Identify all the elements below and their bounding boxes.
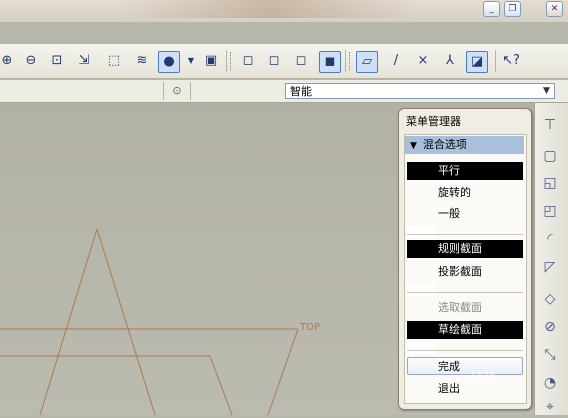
menu-divider [407, 350, 523, 351]
titlebar-decoration [120, 0, 420, 18]
view-manager-icon[interactable]: ▣ [200, 50, 222, 72]
annotation-display-icon[interactable]: ◪ [466, 51, 488, 73]
collapse-triangle-icon[interactable]: ▼ [410, 137, 417, 155]
menu-item-regular-sections[interactable]: 规则截面 [407, 240, 523, 258]
toolbar-separator [495, 50, 496, 72]
menu-item-label: 一般 [438, 207, 460, 220]
menu-item-label: 平行 [438, 164, 460, 177]
reorient-icon[interactable]: ⇲ [73, 50, 95, 72]
menu-item-select-sections: 选取截面 [407, 299, 523, 317]
menu-item-parallel[interactable]: 平行 [407, 162, 523, 180]
zoom-fit-icon[interactable]: ⊡ [46, 50, 68, 72]
selection-filter-value: 智能 [290, 85, 312, 98]
toolbar-separator [226, 50, 227, 72]
menu-spacer [407, 342, 435, 354]
context-help-icon[interactable]: ↖? [500, 50, 522, 72]
done-button[interactable]: 完成 [407, 357, 523, 375]
menu-item-label: 完成 [438, 360, 460, 373]
shell-icon[interactable]: ▢ [539, 145, 561, 167]
hidden-line-icon[interactable]: ◻ [263, 50, 285, 72]
menu-item-label: 退出 [438, 382, 460, 395]
chevron-down-icon[interactable]: ▼ [540, 85, 553, 97]
display-style-icon[interactable]: ● [158, 51, 180, 73]
menu-item-general[interactable]: 一般 [407, 205, 523, 223]
toolbar-grip [230, 52, 234, 70]
no-hidden-icon[interactable]: ◻ [290, 50, 312, 72]
menu-item-label: 旋转的 [438, 186, 471, 199]
restore-button[interactable]: ❐ [504, 1, 521, 17]
layers-icon[interactable]: ≋ [131, 50, 153, 72]
coordinate-systems-icon[interactable]: ⅄ [439, 50, 461, 72]
draft-icon[interactable]: ◰ [539, 200, 561, 222]
toolbar-grip [349, 52, 353, 70]
toolbar-separator [345, 50, 346, 72]
datum-curve-tool-icon[interactable]: ⤡ [539, 344, 561, 366]
menu-item-rotational[interactable]: 旋转的 [407, 184, 523, 202]
zoom-in-icon[interactable]: ⊕ [0, 50, 18, 72]
menu-divider [407, 234, 523, 235]
chamfer-icon[interactable]: ◸ [539, 256, 561, 278]
status-light-icon: ⊙ [172, 84, 182, 97]
menu-section-header[interactable]: ▼ 混合选项 [405, 136, 524, 154]
zoom-out-icon[interactable]: ⊖ [20, 50, 42, 72]
saved-views-icon[interactable]: ⬚ [103, 50, 125, 72]
quit-button[interactable]: 退出 [407, 380, 523, 398]
menu-item-label: 选取截面 [438, 301, 482, 314]
chevron-down-icon[interactable]: ▼ [180, 50, 202, 72]
datum-plane-front-side [209, 355, 233, 415]
triangle-left-edge [39, 228, 98, 415]
menu-spacer [407, 226, 435, 238]
datum-axis-tool-icon[interactable]: ⊘ [539, 316, 561, 338]
datum-points-icon[interactable]: × [412, 50, 434, 72]
round-icon[interactable]: ◜ [539, 228, 561, 250]
menu-item-label: 草绘截面 [438, 323, 482, 336]
datum-axes-icon[interactable]: / [385, 50, 407, 72]
minimize-button[interactable]: _ [483, 1, 500, 17]
menu-spacer [407, 284, 435, 296]
triangle-right-edge [96, 228, 156, 415]
menu-item-label: 投影截面 [438, 265, 482, 278]
menu-manager-title: 菜单管理器 [406, 115, 461, 128]
status-separator [190, 82, 191, 100]
selection-filter-dropdown[interactable]: 智能 ▼ [285, 83, 555, 99]
menu-item-label: 规则截面 [438, 242, 482, 255]
menu-section-title: 混合选项 [422, 138, 467, 151]
rib-icon[interactable]: ◱ [539, 172, 561, 194]
datum-plane-tool-icon[interactable]: ◇ [539, 288, 561, 310]
menu-item-sketch-sections[interactable]: 草绘截面 [407, 321, 523, 339]
wireframe-icon[interactable]: ◻ [237, 50, 259, 72]
status-separator [163, 82, 164, 100]
hole-icon[interactable]: ⊤ [539, 114, 561, 136]
shading-icon[interactable]: ◼ [319, 51, 341, 73]
watermark: 经验 [470, 372, 497, 387]
datum-label-top: TOP [299, 322, 320, 333]
menu-divider [407, 292, 523, 293]
datum-point-tool-icon[interactable]: ◔ [539, 372, 561, 394]
datum-plane-right-edge [267, 328, 299, 415]
datum-planes-icon[interactable]: ▱ [356, 51, 378, 73]
menu-item-projected-sections[interactable]: 投影截面 [407, 263, 523, 281]
close-button[interactable]: ✕ [546, 1, 563, 17]
